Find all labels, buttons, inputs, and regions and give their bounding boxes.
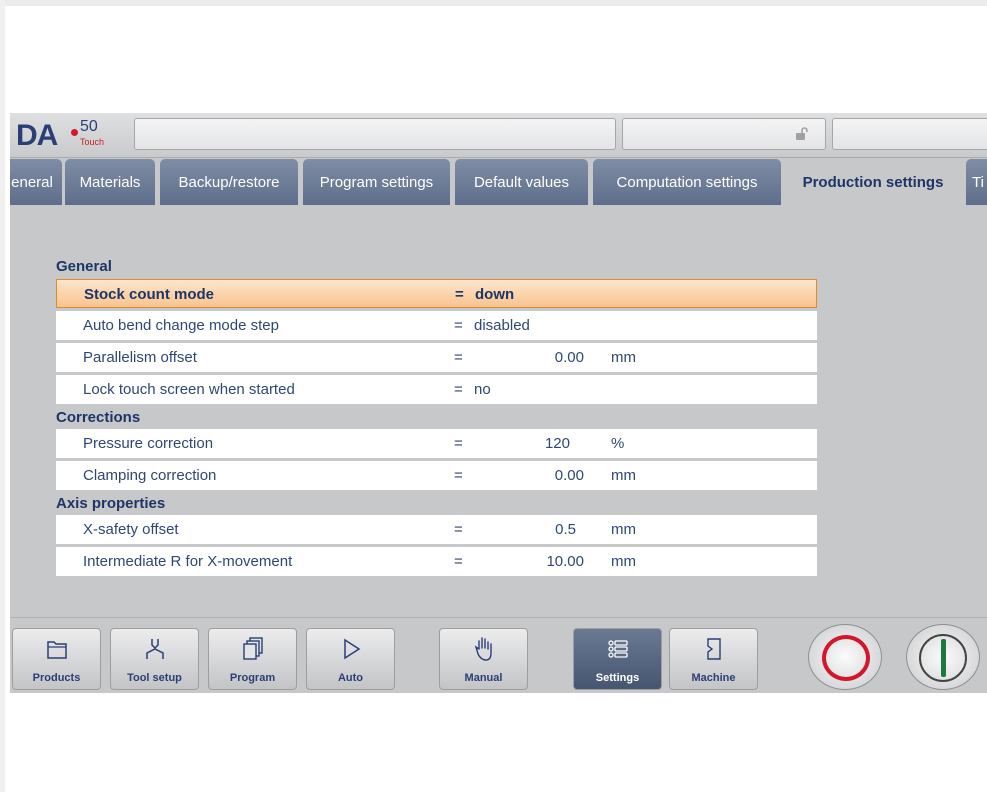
products-label: Products [32, 672, 81, 684]
bottom-navigation: Products Tool setup Program Auto Manual … [10, 617, 987, 693]
program-label: Program [229, 672, 276, 684]
equals-sign: = [454, 317, 463, 334]
tool-icon [146, 639, 164, 659]
folder-icon [47, 641, 67, 659]
tab-general[interactable]: eneral [10, 159, 62, 205]
equals-sign: = [454, 467, 463, 484]
setting-row-auto-bend-change[interactable]: Auto bend change mode step = disabled [56, 311, 817, 340]
logo-variant: Touch [80, 137, 105, 147]
settings-label: Settings [595, 672, 640, 684]
equals-sign: = [454, 435, 463, 452]
program-pages-icon [243, 637, 263, 660]
setting-row-clamping-correction[interactable]: Clamping correction = 0.00 mm [56, 461, 817, 490]
tab-production-settings[interactable]: Production settings [785, 159, 961, 207]
setting-unit: % [611, 435, 625, 452]
setting-label: Clamping correction [83, 467, 217, 484]
products-button[interactable]: Products [12, 628, 101, 690]
start-button[interactable] [906, 624, 980, 690]
setting-label: Intermediate R for X-movement [83, 553, 293, 570]
play-icon [344, 638, 361, 660]
status-field [134, 118, 616, 150]
machine-icon [707, 638, 721, 660]
section-title-corrections: Corrections [56, 409, 141, 426]
setting-value: 10.00 [546, 553, 584, 570]
setting-label: Stock count mode [84, 286, 215, 303]
list-settings-icon [608, 640, 628, 658]
da50-logo: DA 50 Touch [16, 117, 134, 153]
setting-label: Lock touch screen when started [83, 381, 295, 398]
setting-label: Auto bend change mode step [83, 317, 279, 334]
setting-label: Parallelism offset [83, 349, 197, 366]
setting-unit: mm [611, 467, 636, 484]
tab-default-values[interactable]: Default values [455, 159, 588, 205]
setting-row-stock-count-mode[interactable]: Stock count mode = down [56, 279, 817, 308]
logo-model: 50 [80, 118, 98, 135]
tab-program-settings[interactable]: Program settings [303, 159, 450, 205]
settings-button[interactable]: Settings [573, 628, 662, 690]
setting-label: Pressure correction [83, 435, 214, 452]
lock-status-field[interactable] [622, 118, 826, 150]
stop-icon [822, 635, 870, 681]
setting-unit: mm [611, 521, 636, 538]
setting-value: down [475, 286, 515, 303]
setting-unit: mm [611, 349, 636, 366]
start-icon [941, 639, 946, 677]
setting-row-parallelism-offset[interactable]: Parallelism offset = 0.00 mm [56, 343, 817, 372]
logo-brand: DA [16, 119, 58, 152]
equals-sign: = [454, 349, 463, 366]
tab-computation-settings[interactable]: Computation settings [593, 159, 781, 205]
section-title-general: General [56, 258, 112, 275]
setting-label: X-safety offset [83, 521, 179, 538]
controller-screen: DA 50 Touch eneral Materials Backup/rest… [10, 113, 987, 693]
setting-row-intermediate-r[interactable]: Intermediate R for X-movement = 10.00 mm [56, 547, 817, 576]
equals-sign: = [454, 553, 463, 570]
setting-value: no [474, 381, 491, 398]
setting-value: disabled [474, 317, 530, 334]
machine-label: Machine [691, 672, 736, 684]
message-field [832, 118, 987, 150]
tool-setup-button[interactable]: Tool setup [110, 628, 199, 690]
setting-value: 0.00 [554, 349, 584, 366]
program-button[interactable]: Program [208, 628, 297, 690]
hand-icon [474, 637, 492, 661]
auto-button[interactable]: Auto [306, 628, 395, 690]
manual-button[interactable]: Manual [439, 628, 528, 690]
window-top-border [0, 0, 987, 6]
tool-setup-label: Tool setup [127, 672, 182, 684]
settings-tabs: eneral Materials Backup/restore Program … [10, 159, 987, 207]
setting-row-pressure-correction[interactable]: Pressure correction = 120 % [56, 429, 817, 458]
setting-value: 120 [544, 435, 570, 452]
setting-row-lock-touch-screen[interactable]: Lock touch screen when started = no [56, 375, 817, 404]
tab-backup-restore[interactable]: Backup/restore [160, 159, 298, 205]
setting-row-x-safety-offset[interactable]: X-safety offset = 0.5 mm [56, 515, 817, 544]
window-left-border [0, 0, 5, 792]
equals-sign: = [454, 381, 463, 398]
tab-materials[interactable]: Materials [65, 159, 155, 205]
setting-value: 0.5 [555, 521, 576, 538]
header-bar: DA 50 Touch [10, 113, 987, 158]
section-title-axis-properties: Axis properties [56, 495, 166, 512]
settings-content: General Stock count mode = down Auto ben… [10, 207, 987, 617]
stop-button[interactable] [808, 624, 882, 690]
machine-button[interactable]: Machine [669, 628, 758, 690]
equals-sign: = [455, 286, 464, 303]
manual-label: Manual [464, 672, 503, 684]
equals-sign: = [454, 521, 463, 538]
setting-value: 0.00 [554, 467, 584, 484]
lock-open-icon[interactable] [795, 127, 809, 141]
auto-label: Auto [337, 672, 364, 684]
logo-dot-icon [71, 129, 78, 136]
tab-truncated[interactable]: Ti [966, 159, 987, 205]
setting-unit: mm [611, 553, 636, 570]
